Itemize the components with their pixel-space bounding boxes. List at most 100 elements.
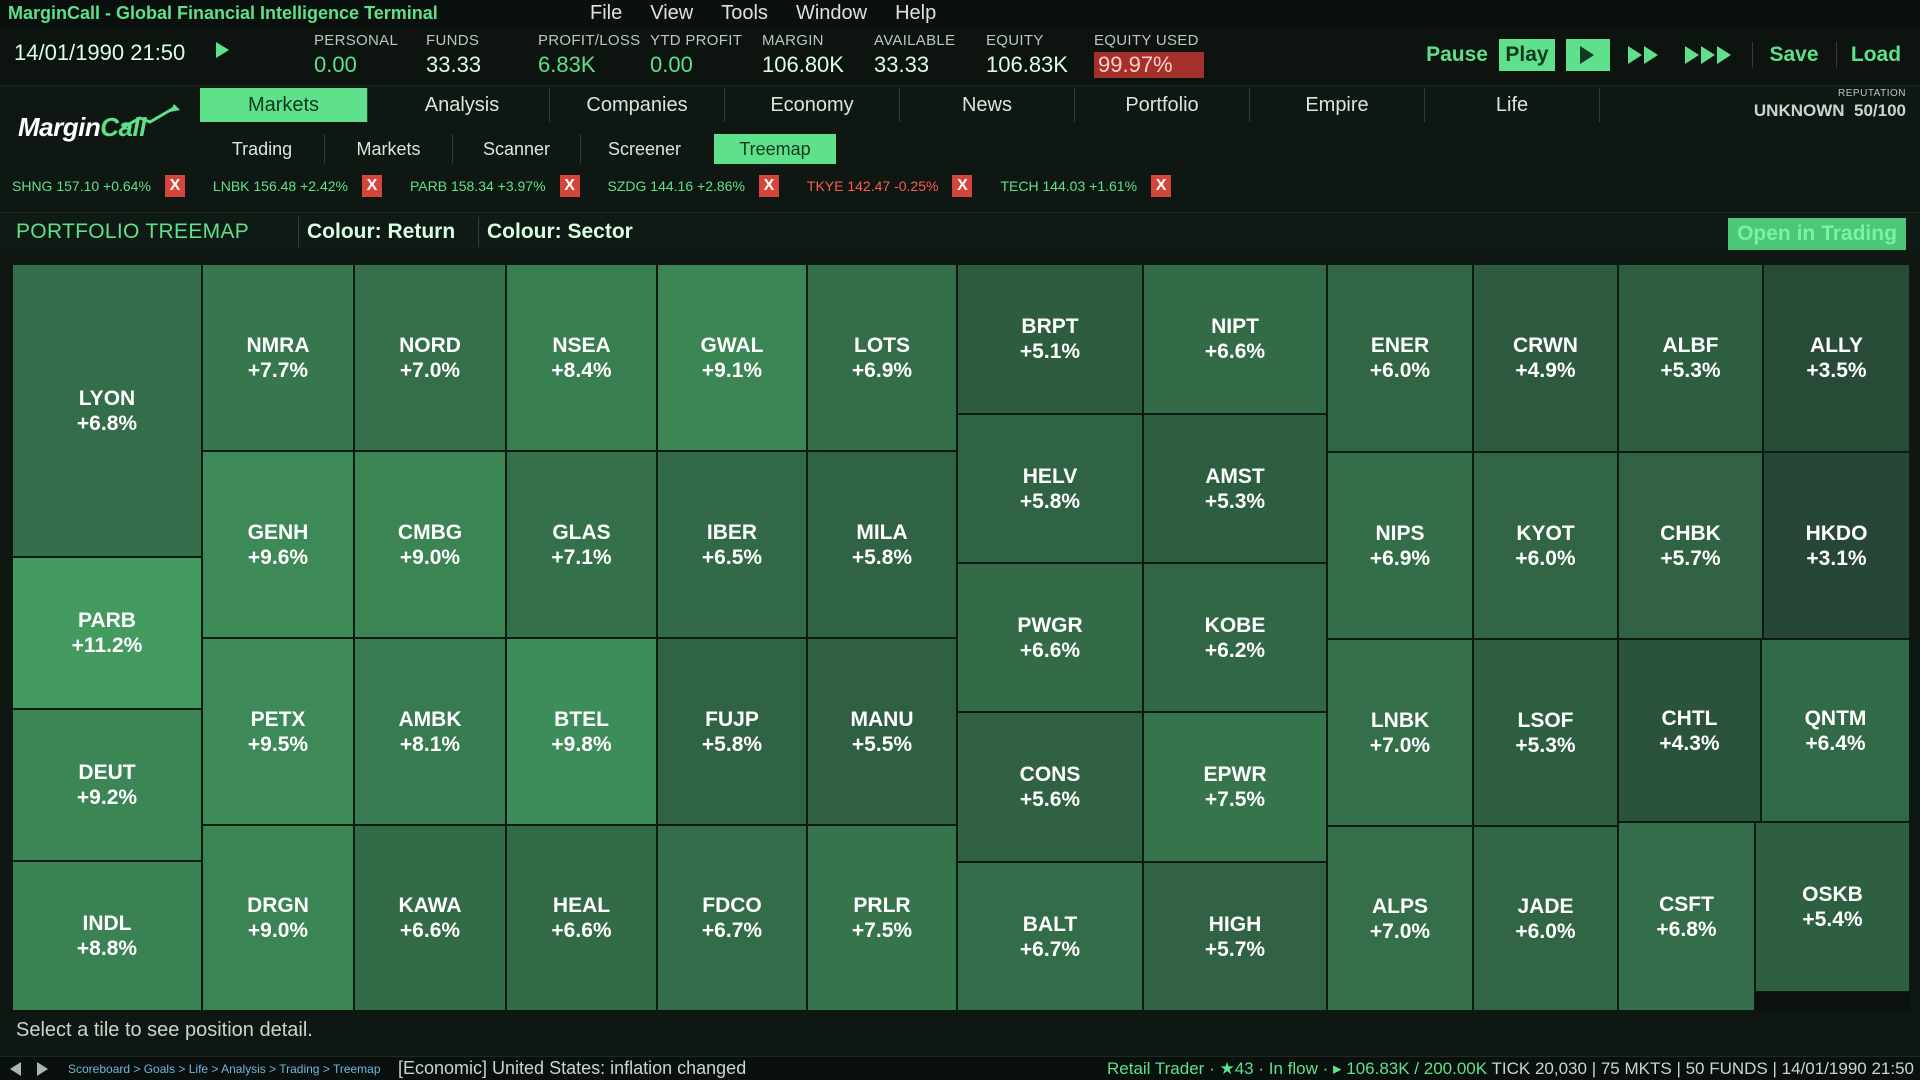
treemap-tile-kobe[interactable]: KOBE +6.2%	[1143, 563, 1327, 712]
treemap-tile-fujp[interactable]: FUJP +5.8%	[657, 638, 807, 825]
remove-watchlist-button[interactable]: X	[164, 175, 185, 197]
watchlist-item[interactable]: SHNG 157.10 +0.64%	[12, 178, 151, 194]
treemap-tile-qntm[interactable]: QNTM +6.4%	[1761, 639, 1910, 822]
tile-return: +5.3%	[1204, 489, 1266, 513]
subtab-screener[interactable]: Screener	[580, 134, 708, 164]
treemap-tile-nord[interactable]: NORD +7.0%	[354, 264, 506, 451]
tab-life[interactable]: Life	[1425, 88, 1600, 122]
tab-news[interactable]: News	[900, 88, 1075, 122]
treemap-tile-hkdo[interactable]: HKDO +3.1%	[1763, 452, 1910, 639]
treemap-tile-lsof[interactable]: LSOF +5.3%	[1473, 639, 1618, 826]
pause-button[interactable]: Pause	[1424, 39, 1490, 71]
speed-2x-button[interactable]	[1620, 39, 1668, 71]
subtab-scanner[interactable]: Scanner	[452, 134, 580, 164]
treemap-tile-nipt[interactable]: NIPT +6.6%	[1143, 264, 1327, 414]
treemap-tile-heal[interactable]: HEAL +6.6%	[506, 825, 657, 1011]
treemap-tile-cmbg[interactable]: CMBG +9.0%	[354, 451, 506, 638]
remove-watchlist-button[interactable]: X	[758, 175, 779, 197]
watchlist-item[interactable]: TKYE 142.47 -0.25%	[807, 178, 939, 194]
open-in-trading-button[interactable]: Open in Trading	[1728, 218, 1906, 250]
treemap-tile-gwal[interactable]: GWAL +9.1%	[657, 264, 807, 451]
speed-1x-button[interactable]	[1566, 39, 1610, 71]
treemap-tile-jade[interactable]: JADE +6.0%	[1473, 826, 1618, 1011]
save-button[interactable]: Save	[1760, 39, 1828, 71]
watchlist-item[interactable]: PARB 158.34 +3.97%	[410, 178, 546, 194]
treemap-tile-lnbk[interactable]: LNBK +7.0%	[1327, 639, 1473, 826]
watchlist-item[interactable]: SZDG 144.16 +2.86%	[608, 178, 745, 194]
subtab-treemap[interactable]: Treemap	[714, 134, 836, 164]
treemap-tile-drgn[interactable]: DRGN +9.0%	[202, 825, 354, 1011]
remove-watchlist-button[interactable]: X	[361, 175, 382, 197]
treemap-tile-nsea[interactable]: NSEA +8.4%	[506, 264, 657, 451]
treemap-tile-iber[interactable]: IBER +6.5%	[657, 451, 807, 638]
treemap-tile-kawa[interactable]: KAWA +6.6%	[354, 825, 506, 1011]
colour-sector-button[interactable]: Colour: Sector	[478, 217, 641, 247]
treemap-tile-oskb[interactable]: OSKB +5.4%	[1755, 822, 1910, 992]
treemap-tile-crwn[interactable]: CRWN +4.9%	[1473, 264, 1618, 452]
menu-window[interactable]: Window	[796, 2, 867, 25]
treemap-tile-chbk[interactable]: CHBK +5.7%	[1618, 452, 1763, 639]
play-button[interactable]: Play	[1499, 39, 1555, 71]
treemap-tile-genh[interactable]: GENH +9.6%	[202, 451, 354, 638]
tile-ticker: HEAL	[552, 894, 611, 917]
play-icon[interactable]	[216, 42, 229, 58]
treemap-tile-glas[interactable]: GLAS +7.1%	[506, 451, 657, 638]
treemap-tile-epwr[interactable]: EPWR +7.5%	[1143, 712, 1327, 862]
treemap-tile-parb[interactable]: PARB +11.2%	[12, 557, 202, 709]
speed-3x-button[interactable]	[1678, 39, 1740, 71]
treemap-tile-deut[interactable]: DEUT +9.2%	[12, 709, 202, 861]
tile-ticker: BTEL	[554, 707, 609, 731]
treemap-tile-btel[interactable]: BTEL +9.8%	[506, 638, 657, 825]
tab-markets[interactable]: Markets	[200, 88, 368, 122]
subtab-markets[interactable]: Markets	[324, 134, 452, 164]
tile-ticker: NMRA	[246, 333, 310, 357]
treemap-tile-helv[interactable]: HELV +5.8%	[957, 414, 1143, 563]
treemap-tile-albf[interactable]: ALBF +5.3%	[1618, 264, 1763, 452]
treemap-tile-fdco[interactable]: FDCO +6.7%	[657, 825, 807, 1011]
treemap-tile-lots[interactable]: LOTS +6.9%	[807, 264, 957, 451]
treemap-tile-amst[interactable]: AMST +5.3%	[1143, 414, 1327, 563]
tab-companies[interactable]: Companies	[550, 88, 725, 122]
watchlist-item[interactable]: TECH 144.03 +1.61%	[1000, 178, 1137, 194]
treemap-tile-csft[interactable]: CSFT +6.8%	[1618, 822, 1755, 1011]
tab-analysis[interactable]: Analysis	[375, 88, 550, 122]
load-button[interactable]: Load	[1842, 39, 1910, 71]
menu-file[interactable]: File	[590, 2, 622, 25]
menu-help[interactable]: Help	[895, 2, 936, 25]
forward-arrow-icon[interactable]	[37, 1061, 48, 1076]
treemap-tile-alps[interactable]: ALPS +7.0%	[1327, 826, 1473, 1011]
menu-view[interactable]: View	[650, 2, 693, 25]
treemap-tile-mila[interactable]: MILA +5.8%	[807, 451, 957, 638]
tile-return: +7.7%	[247, 358, 309, 382]
remove-watchlist-button[interactable]: X	[1151, 175, 1172, 197]
treemap-tile-high[interactable]: HIGH +5.7%	[1143, 862, 1327, 1011]
treemap-tile-ener[interactable]: ENER +6.0%	[1327, 264, 1473, 452]
back-arrow-icon[interactable]	[10, 1061, 21, 1076]
tab-empire[interactable]: Empire	[1250, 88, 1425, 122]
tab-portfolio[interactable]: Portfolio	[1075, 88, 1250, 122]
treemap-tile-cons[interactable]: CONS +5.6%	[957, 712, 1143, 862]
subtab-trading[interactable]: Trading	[200, 134, 324, 164]
treemap-tile-ally[interactable]: ALLY +3.5%	[1763, 264, 1910, 452]
treemap-tile-petx[interactable]: PETX +9.5%	[202, 638, 354, 825]
treemap-tile-pwgr[interactable]: PWGR +6.6%	[957, 563, 1143, 712]
treemap-tile-prlr[interactable]: PRLR +7.5%	[807, 825, 957, 1011]
breadcrumb[interactable]: Scoreboard > Goals > Life > Analysis > T…	[68, 1062, 398, 1076]
remove-watchlist-button[interactable]: X	[559, 175, 580, 197]
treemap-tile-kyot[interactable]: KYOT +6.0%	[1473, 452, 1618, 639]
watchlist-item[interactable]: LNBK 156.48 +2.42%	[213, 178, 348, 194]
treemap-tile-nmra[interactable]: NMRA +7.7%	[202, 264, 354, 451]
treemap-tile-indl[interactable]: INDL +8.8%	[12, 861, 202, 1011]
treemap-tile-brpt[interactable]: BRPT +5.1%	[957, 264, 1143, 414]
treemap-tile-lyon[interactable]: LYON +6.8%	[12, 264, 202, 557]
treemap-tile-manu[interactable]: MANU +5.5%	[807, 638, 957, 825]
treemap-tile-ambk[interactable]: AMBK +8.1%	[354, 638, 506, 825]
menu-tools[interactable]: Tools	[721, 2, 768, 25]
remove-watchlist-button[interactable]: X	[952, 175, 973, 197]
treemap-tile-nips[interactable]: NIPS +6.9%	[1327, 452, 1473, 639]
tile-return: +6.9%	[1369, 546, 1431, 570]
treemap-tile-chtl[interactable]: CHTL +4.3%	[1618, 639, 1761, 822]
treemap-tile-balt[interactable]: BALT +6.7%	[957, 862, 1143, 1011]
tab-economy[interactable]: Economy	[725, 88, 900, 122]
colour-return-button[interactable]: Colour: Return	[298, 217, 463, 247]
